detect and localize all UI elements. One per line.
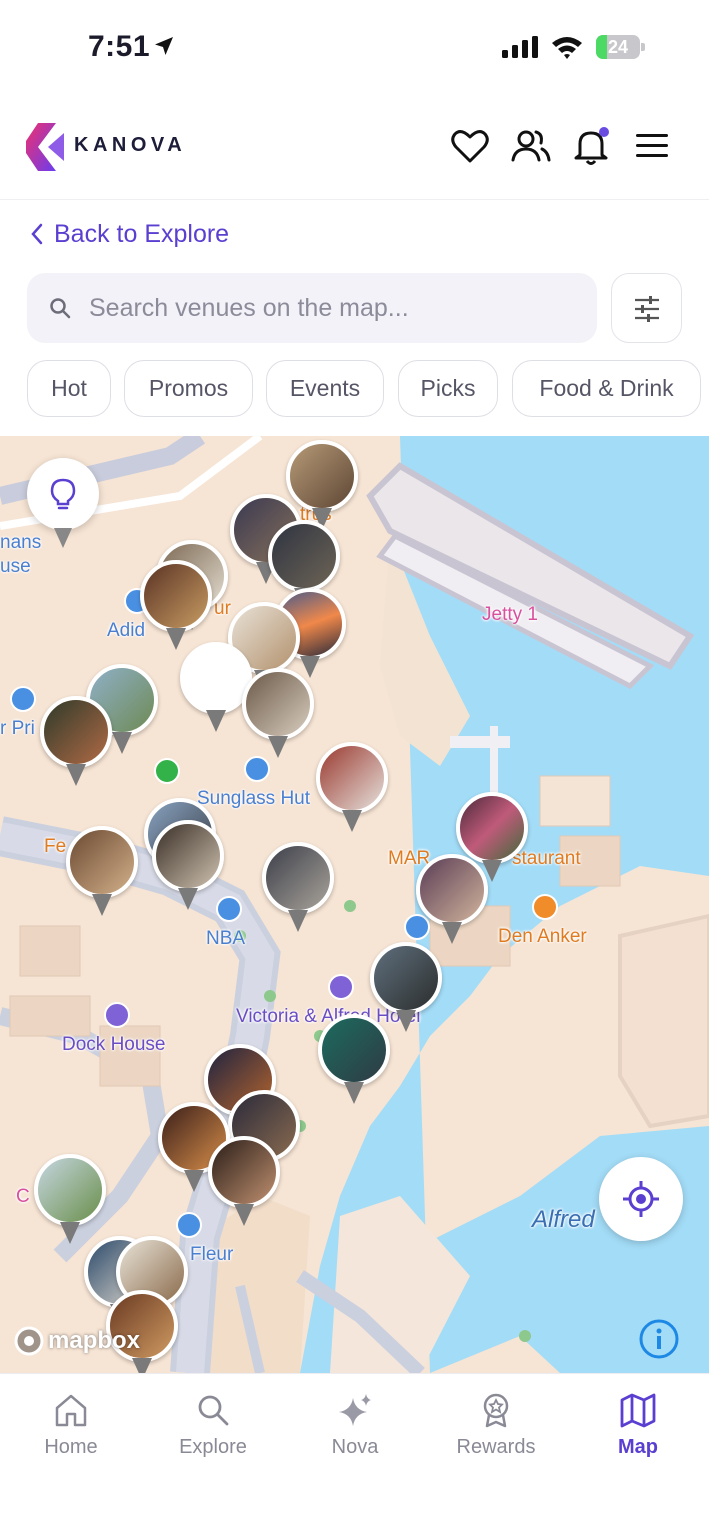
map-icon bbox=[620, 1393, 656, 1428]
venue-map[interactable]: Jetty 1 Sunglass Hut NBA Dock House Vict… bbox=[0, 436, 709, 1373]
tab-explore[interactable]: Explore bbox=[153, 1392, 273, 1459]
venue-pin[interactable] bbox=[316, 742, 388, 838]
tab-nova[interactable]: Nova bbox=[295, 1392, 415, 1459]
menu-button[interactable] bbox=[633, 126, 673, 166]
tab-rewards-label: Rewards bbox=[456, 1436, 536, 1458]
tab-explore-label: Explore bbox=[179, 1436, 247, 1458]
venue-pin[interactable] bbox=[262, 842, 334, 938]
clothing-store-icon bbox=[176, 1212, 202, 1238]
hotel-icon bbox=[104, 1002, 130, 1028]
map-search-input[interactable] bbox=[87, 273, 587, 343]
venue-pin[interactable] bbox=[152, 820, 224, 916]
chip-events[interactable]: Events bbox=[266, 360, 384, 417]
status-time: 7:51 bbox=[88, 30, 151, 63]
chip-hot[interactable]: Hot bbox=[27, 360, 111, 417]
map-label-fleur: Fleur bbox=[190, 1244, 234, 1265]
map-label-den-anker: Den Anker bbox=[498, 926, 587, 947]
location-arrow-icon bbox=[155, 37, 173, 55]
my-location-button[interactable] bbox=[599, 1157, 683, 1241]
battery-icon: 24 bbox=[596, 35, 646, 59]
map-label-c: C bbox=[16, 1186, 30, 1207]
back-link-label: Back to Explore bbox=[54, 219, 230, 248]
map-label-pri: r Pri bbox=[0, 718, 35, 739]
search-icon bbox=[198, 1395, 229, 1426]
battery-level: 24 bbox=[607, 37, 629, 57]
chevron-left-icon bbox=[31, 223, 43, 245]
info-icon[interactable] bbox=[638, 1318, 680, 1360]
home-icon bbox=[55, 1394, 87, 1427]
app-header: KANOVA bbox=[0, 96, 709, 200]
venue-pin[interactable] bbox=[40, 696, 112, 792]
tips-button[interactable] bbox=[27, 458, 99, 530]
rewards-icon bbox=[483, 1393, 509, 1428]
chip-promos[interactable]: Promos bbox=[124, 360, 253, 417]
chip-picks[interactable]: Picks bbox=[398, 360, 498, 417]
wifi-icon bbox=[552, 37, 582, 59]
mapbox-attribution: mapbox bbox=[14, 1326, 140, 1356]
map-label-mans: nans bbox=[0, 532, 42, 553]
mapbox-label: mapbox bbox=[48, 1327, 141, 1354]
venue-pin[interactable] bbox=[208, 1136, 280, 1232]
heart-icon bbox=[451, 130, 489, 163]
venue-pin[interactable] bbox=[416, 854, 488, 950]
favorites-button[interactable] bbox=[450, 126, 490, 166]
users-icon bbox=[511, 130, 551, 162]
bottom-tab-bar: Home Explore Nova Rewards Map bbox=[0, 1373, 709, 1536]
bell-icon bbox=[574, 127, 609, 165]
tab-home[interactable]: Home bbox=[11, 1392, 131, 1459]
map-label-alfred-basin: Alfred bbox=[532, 1206, 595, 1233]
chip-food-drink[interactable]: Food & Drink bbox=[512, 360, 701, 417]
brand-name: KANOVA bbox=[74, 134, 187, 156]
back-to-explore-link[interactable]: Back to Explore bbox=[30, 218, 229, 250]
tab-nova-label: Nova bbox=[331, 1436, 379, 1458]
sparkle-icon bbox=[339, 1394, 371, 1426]
map-search-bar bbox=[27, 273, 597, 343]
venue-pin[interactable] bbox=[318, 1014, 390, 1110]
tab-rewards[interactable]: Rewards bbox=[436, 1392, 556, 1459]
hotel-icon bbox=[328, 974, 354, 1000]
venue-pin[interactable] bbox=[242, 668, 314, 764]
clothing-store-icon bbox=[10, 686, 36, 712]
tips-pin-tail bbox=[54, 528, 72, 548]
notifications-button[interactable] bbox=[572, 126, 612, 166]
hamburger-menu-icon bbox=[636, 134, 668, 157]
sliders-icon bbox=[635, 296, 659, 322]
map-label-fe: Fe bbox=[44, 836, 67, 857]
mapbox-logo-icon bbox=[14, 1326, 44, 1356]
tab-home-label: Home bbox=[44, 1436, 98, 1458]
filter-button[interactable] bbox=[611, 273, 682, 343]
map-label-nba: NBA bbox=[206, 928, 246, 949]
map-label-jetty: Jetty 1 bbox=[482, 604, 538, 625]
cellular-signal-icon bbox=[502, 36, 538, 58]
map-label-use: use bbox=[0, 556, 31, 577]
lightbulb-icon bbox=[50, 478, 76, 510]
tab-map-label: Map bbox=[618, 1436, 658, 1458]
kanova-logo-icon bbox=[26, 123, 64, 171]
crosshair-icon bbox=[623, 1181, 659, 1217]
tab-map[interactable]: Map bbox=[578, 1392, 698, 1459]
friends-button[interactable] bbox=[511, 126, 551, 166]
status-bar: 7:51 24 bbox=[0, 0, 709, 96]
accessibility-icon bbox=[154, 758, 180, 784]
restaurant-icon bbox=[532, 894, 558, 920]
venue-pin[interactable] bbox=[66, 826, 138, 922]
search-icon bbox=[50, 298, 71, 319]
map-label-dock-house: Dock House bbox=[62, 1034, 166, 1055]
